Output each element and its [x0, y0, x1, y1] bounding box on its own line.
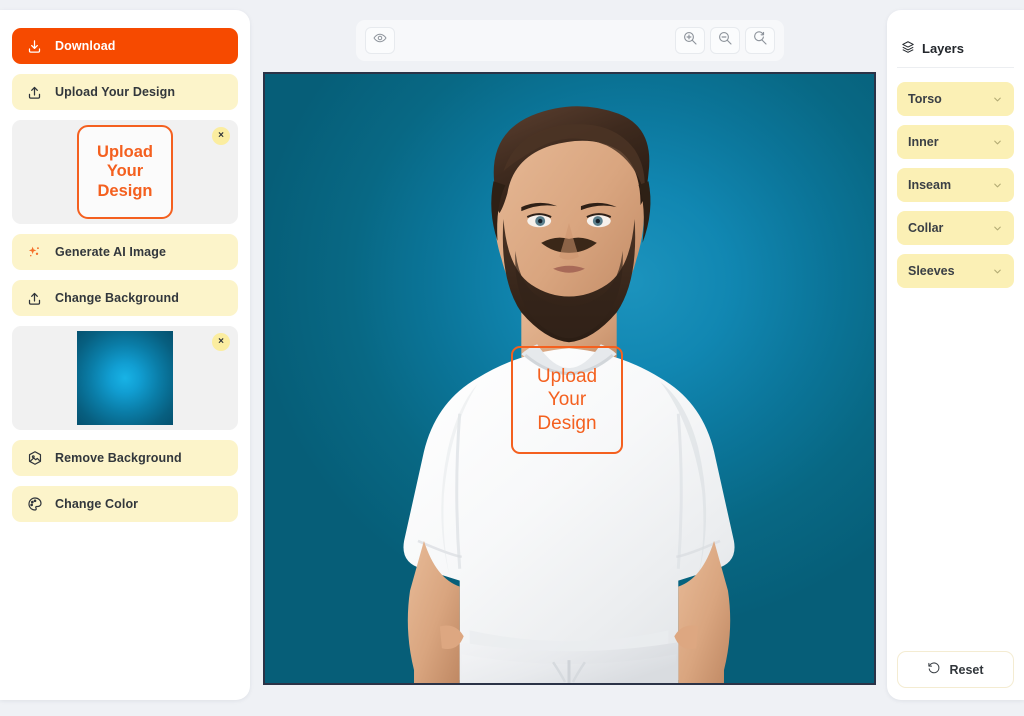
background-thumbnail-preview — [77, 331, 173, 425]
change-color-button[interactable]: Change Color — [12, 486, 238, 522]
reset-button[interactable]: Reset — [897, 651, 1014, 688]
layers-icon — [901, 40, 915, 57]
design-overlay-line-2: Your — [547, 389, 587, 411]
image-icon — [26, 450, 43, 467]
zoom-out-button[interactable] — [710, 27, 740, 54]
design-thumb-line-3: Design — [97, 181, 153, 200]
background-thumbnail-card[interactable]: × — [12, 326, 238, 430]
layer-item-inner[interactable]: Inner — [897, 125, 1014, 159]
eye-icon — [373, 31, 387, 50]
upload-your-design-button[interactable]: Upload Your Design — [12, 74, 238, 110]
reset-button-label: Reset — [949, 662, 984, 677]
download-button-label: Download — [55, 39, 116, 53]
app-root: Download Upload Your Design × Upload You… — [0, 0, 1024, 716]
remove-background-label: Remove Background — [55, 451, 182, 465]
layer-label: Sleeves — [908, 264, 955, 278]
layers-panel: Layers Torso Inner Inseam Collar Sleeves… — [887, 10, 1024, 700]
layers-panel-header: Layers — [897, 22, 1014, 68]
canvas-toolbar — [356, 20, 784, 61]
upload-icon — [26, 84, 43, 101]
zoom-controls — [675, 27, 775, 54]
chevron-down-icon[interactable] — [992, 223, 1003, 234]
design-canvas[interactable]: Upload Your Design — [263, 72, 876, 685]
remove-background-thumb-button[interactable]: × — [212, 333, 230, 351]
design-thumb-line-1: Upload — [97, 143, 153, 162]
chevron-down-icon[interactable] — [992, 94, 1003, 105]
reset-icon — [927, 661, 941, 678]
zoom-in-icon — [682, 30, 698, 51]
layer-label: Inseam — [908, 178, 952, 192]
chevron-down-icon[interactable] — [992, 137, 1003, 148]
remove-design-button[interactable]: × — [212, 127, 230, 145]
layer-item-inseam[interactable]: Inseam — [897, 168, 1014, 202]
preview-toggle-button[interactable] — [365, 27, 395, 54]
zoom-out-icon — [717, 30, 733, 51]
layer-label: Collar — [908, 221, 944, 235]
zoom-reset-icon — [752, 30, 768, 51]
design-overlay-line-1: Upload — [536, 365, 598, 387]
change-background-button[interactable]: Change Background — [12, 280, 238, 316]
layer-item-torso[interactable]: Torso — [897, 82, 1014, 116]
download-icon — [26, 38, 43, 55]
design-thumbnail-preview: Upload Your Design — [77, 125, 173, 219]
chevron-down-icon[interactable] — [992, 266, 1003, 277]
download-button[interactable]: Download — [12, 28, 238, 64]
chevron-down-icon[interactable] — [992, 180, 1003, 191]
change-color-label: Change Color — [55, 497, 139, 511]
layers-panel-title: Layers — [922, 41, 964, 56]
upload-your-design-label: Upload Your Design — [55, 85, 176, 99]
layer-item-sleeves[interactable]: Sleeves — [897, 254, 1014, 288]
layer-label: Inner — [908, 135, 939, 149]
design-thumb-line-2: Your — [106, 162, 144, 181]
generate-ai-image-label: Generate AI Image — [55, 245, 167, 259]
generate-ai-image-button[interactable]: Generate AI Image — [12, 234, 238, 270]
layer-item-collar[interactable]: Collar — [897, 211, 1014, 245]
layer-label: Torso — [908, 92, 942, 106]
palette-icon — [26, 496, 43, 513]
design-overlay[interactable]: Upload Your Design — [511, 346, 623, 454]
left-sidebar: Download Upload Your Design × Upload You… — [0, 10, 250, 700]
zoom-in-button[interactable] — [675, 27, 705, 54]
sparkle-icon — [26, 244, 43, 261]
zoom-reset-button[interactable] — [745, 27, 775, 54]
remove-background-button[interactable]: Remove Background — [12, 440, 238, 476]
design-overlay-line-3: Design — [537, 412, 597, 434]
upload-icon — [26, 290, 43, 307]
change-background-label: Change Background — [55, 291, 179, 305]
layers-list: Torso Inner Inseam Collar Sleeves — [897, 82, 1014, 288]
design-thumbnail-card[interactable]: × Upload Your Design — [12, 120, 238, 224]
